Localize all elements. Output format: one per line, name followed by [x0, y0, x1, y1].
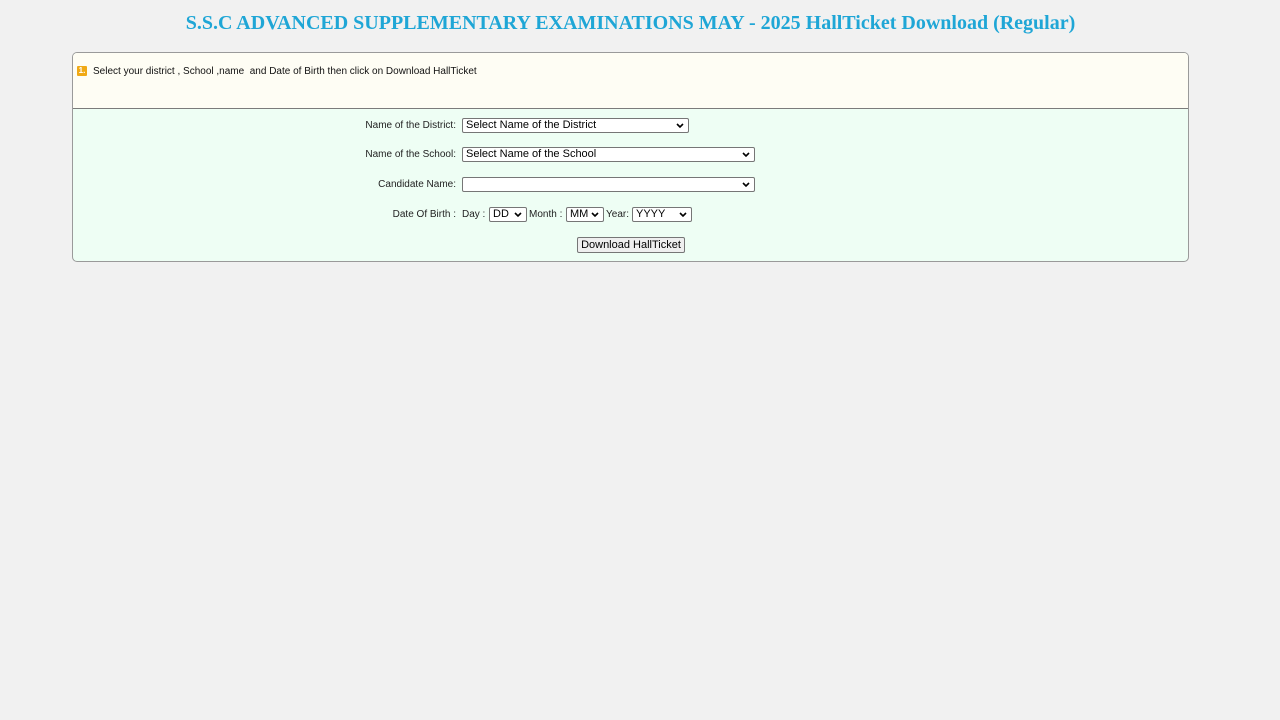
chevron-down-icon: [591, 212, 599, 218]
chevron-down-icon: [742, 152, 750, 158]
district-label: Name of the District:: [365, 120, 456, 131]
chevron-down-icon: [676, 123, 684, 129]
chevron-down-icon: [514, 212, 522, 218]
school-select-value: Select Name of the School: [466, 148, 597, 160]
dob-month-select[interactable]: MM: [566, 207, 604, 222]
dob-day-select[interactable]: DD: [489, 207, 527, 222]
page-title: S.S.C ADVANCED SUPPLEMENTARY EXAMINATION…: [185, 12, 1076, 34]
candidate-select[interactable]: [462, 177, 755, 192]
school-label: Name of the School:: [365, 149, 456, 160]
dob-year-value: YYYY: [636, 208, 666, 220]
chevron-down-icon: [742, 182, 750, 188]
dob-day-value: DD: [493, 208, 509, 220]
dob-label: Date Of Birth :: [392, 209, 456, 220]
dob-year-label: Year:: [606, 209, 629, 220]
chevron-down-icon: [679, 212, 687, 218]
dob-year-select[interactable]: YYYY: [632, 207, 692, 222]
dob-day-label: Day :: [462, 209, 486, 220]
instruction-header: 1. Select your district , School ,name a…: [73, 53, 1188, 109]
step-number-icon: 1.: [77, 66, 87, 76]
dob-month-value: MM: [570, 208, 589, 220]
download-hallticket-button[interactable]: Download HallTicket: [577, 237, 685, 253]
instruction-text: Select your district , School ,name and …: [93, 66, 477, 77]
dob-month-label: Month :: [529, 209, 563, 220]
district-select[interactable]: Select Name of the District: [462, 118, 689, 133]
hallticket-form-panel: 1. Select your district , School ,name a…: [72, 52, 1189, 262]
district-select-value: Select Name of the District: [466, 119, 597, 131]
school-select[interactable]: Select Name of the School: [462, 147, 755, 162]
candidate-label: Candidate Name:: [378, 179, 456, 190]
